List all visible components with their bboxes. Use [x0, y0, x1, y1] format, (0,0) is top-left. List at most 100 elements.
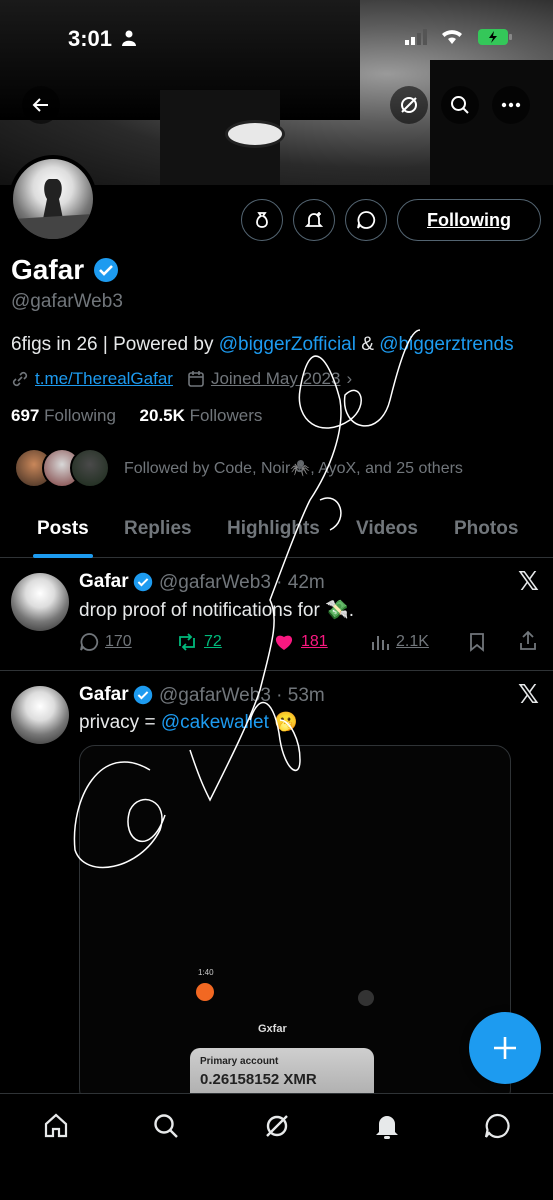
settings-icon — [358, 990, 374, 1006]
nav-grok[interactable] — [261, 1110, 293, 1142]
post-author-name[interactable]: Gafar — [79, 684, 129, 706]
compose-button[interactable] — [469, 1012, 541, 1084]
post-text: drop proof of notifications for 💸. — [79, 600, 355, 621]
status-bar: 3:01 — [0, 0, 553, 76]
bio-ampersand: & — [355, 334, 380, 355]
media-wallet-name: Gxfar — [258, 1023, 287, 1035]
arrow-left-icon — [32, 98, 48, 112]
post-handle-time: @gafarWeb3 · 53m — [159, 685, 325, 706]
post-handle-time: @gafarWeb3 · 42m — [159, 572, 325, 593]
signal-icon — [405, 29, 427, 45]
bookmark-icon[interactable] — [468, 632, 486, 657]
tab-replies[interactable]: Replies — [124, 518, 192, 540]
follower-avatar — [70, 448, 110, 488]
post-mention-cakewallet[interactable]: @cakewallet — [161, 712, 269, 733]
repost-count: 72 — [204, 633, 222, 650]
nav-notifications[interactable] — [371, 1110, 403, 1142]
link-icon — [12, 371, 28, 387]
x-logo-icon: 𝕏 — [518, 679, 539, 709]
bio-mention-biggerztrends[interactable]: @biggerztrends — [379, 334, 513, 355]
message-button[interactable] — [345, 199, 387, 241]
bio-mention-biggerzofficial[interactable]: @biggerZofficial — [219, 334, 356, 355]
verified-badge-icon — [133, 685, 153, 710]
followed-by-text: Followed by Code, Noir🕷️, AyoX, and 25 o… — [124, 460, 463, 477]
following-stat[interactable]: 697 Following — [11, 406, 116, 425]
search-button[interactable] — [441, 86, 479, 124]
message-icon — [484, 1113, 510, 1139]
follow-stats: 697 Following 20.5K Followers — [11, 406, 262, 426]
message-icon — [357, 211, 376, 229]
media-phone-time: 1:40 — [198, 968, 214, 977]
status-time: 3:01 — [68, 26, 113, 51]
profile-bio: 6figs in 26 | Powered by @biggerZofficia… — [11, 334, 514, 356]
more-button[interactable] — [492, 86, 530, 124]
tab-photos[interactable]: Photos — [454, 518, 518, 540]
post-divider — [0, 670, 553, 671]
post-text-prefix: privacy = — [79, 712, 161, 733]
followers-stat[interactable]: 20.5K Followers — [140, 406, 263, 425]
more-icon — [501, 102, 521, 108]
post-avatar[interactable] — [11, 573, 69, 631]
followers-label: Followers — [189, 406, 263, 425]
bell-plus-icon — [304, 212, 324, 227]
repost-icon — [179, 633, 195, 651]
avatar-figure — [13, 179, 93, 239]
post-text: privacy = @cakewallet 🫢 — [79, 710, 298, 734]
post-author-name[interactable]: Gafar — [79, 571, 129, 593]
grok-icon — [266, 1115, 288, 1137]
chevron-right-icon: › — [346, 369, 353, 388]
profile-tabs: Posts Replies Highlights Videos Photos — [0, 503, 553, 558]
back-button[interactable] — [22, 86, 60, 124]
bottom-nav — [0, 1093, 553, 1200]
x-logo-icon: 𝕏 — [518, 566, 539, 596]
grok-button[interactable] — [390, 86, 428, 124]
notifications-button[interactable] — [293, 199, 335, 241]
like-button[interactable]: 181 — [273, 632, 328, 652]
views-button[interactable]: 2.1K — [370, 632, 429, 652]
tab-posts[interactable]: Posts — [37, 518, 89, 540]
search-icon — [451, 96, 469, 114]
post-media[interactable]: 1:40 Gxfar Primary account 0.26158152 XM… — [79, 745, 511, 1105]
heart-icon — [275, 635, 293, 650]
post-text-suffix: 🫢 — [268, 712, 298, 733]
analytics-icon — [372, 636, 389, 650]
following-count: 697 — [11, 406, 40, 425]
joined-date[interactable]: Joined May 2023 — [211, 369, 340, 389]
plus-icon — [494, 1037, 516, 1059]
followers-count: 20.5K — [139, 406, 185, 425]
profile-name: Gafar — [11, 254, 85, 285]
reply-button[interactable]: 170 — [79, 632, 132, 652]
tab-videos[interactable]: Videos — [356, 518, 418, 540]
home-icon — [44, 1113, 68, 1138]
money-bag-icon — [256, 212, 268, 228]
profile-avatar[interactable] — [9, 155, 97, 243]
followed-by[interactable]: Followed by Code, Noir🕷️, AyoX, and 25 o… — [14, 448, 463, 488]
media-account-label: Primary account — [200, 1056, 279, 1067]
reply-count: 170 — [105, 633, 132, 650]
post-avatar[interactable] — [11, 686, 69, 744]
nav-home[interactable] — [40, 1110, 72, 1142]
tab-highlights[interactable]: Highlights — [227, 518, 320, 540]
following-label: Following — [44, 406, 116, 425]
profile-meta: t.me/TherealGafar Joined May 2023 › — [11, 369, 352, 389]
nav-messages[interactable] — [481, 1110, 513, 1142]
share-icon[interactable] — [518, 630, 538, 657]
view-count: 2.1K — [396, 633, 429, 650]
verified-badge-icon — [93, 257, 119, 288]
battery-icon — [478, 29, 512, 45]
person-icon — [122, 30, 136, 46]
repost-button[interactable]: 72 — [176, 632, 222, 652]
calendar-icon — [188, 371, 204, 387]
like-count: 181 — [301, 633, 328, 650]
active-tab-indicator — [33, 554, 93, 558]
search-icon — [154, 1114, 178, 1138]
media-balance: 0.26158152 XMR — [200, 1071, 317, 1088]
grok-icon — [401, 97, 417, 113]
tip-button[interactable] — [241, 199, 283, 241]
following-button[interactable]: Following — [397, 199, 541, 241]
nav-search[interactable] — [150, 1110, 182, 1142]
reply-icon — [80, 633, 99, 651]
profile-handle: @gafarWeb3 — [11, 291, 123, 312]
verified-badge-icon — [133, 572, 153, 597]
profile-link[interactable]: t.me/TherealGafar — [35, 369, 173, 389]
